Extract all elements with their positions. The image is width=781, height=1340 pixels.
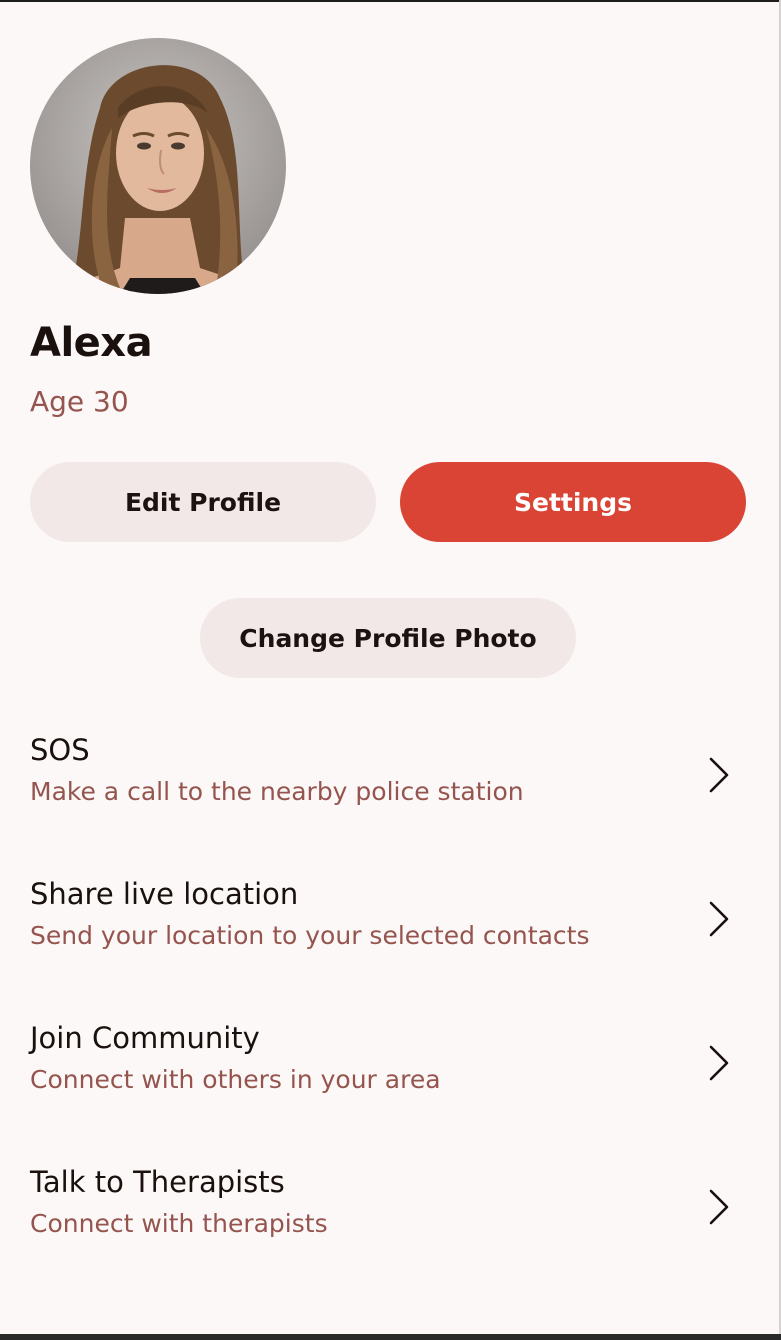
chevron-right-icon <box>709 901 729 937</box>
avatar-photo <box>30 38 286 294</box>
menu-item-share-live-location[interactable]: Share live location Send your location t… <box>0 877 779 997</box>
chevron-right-icon <box>709 757 729 793</box>
profile-name: Alexa <box>30 320 153 366</box>
menu-item-subtitle: Send your location to your selected cont… <box>30 921 590 950</box>
profile-screen: Alexa Age 30 Edit Profile Settings Chang… <box>0 2 779 1336</box>
menu-item-title: Share live location <box>30 877 299 911</box>
menu-item-talk-to-therapists[interactable]: Talk to Therapists Connect with therapis… <box>0 1165 779 1285</box>
menu-item-subtitle: Connect with others in your area <box>30 1065 441 1094</box>
settings-button[interactable]: Settings <box>400 462 746 542</box>
menu-item-join-community[interactable]: Join Community Connect with others in yo… <box>0 1021 779 1141</box>
bottom-edge <box>0 1334 781 1340</box>
menu-item-subtitle: Make a call to the nearby police station <box>30 777 524 806</box>
edit-profile-button[interactable]: Edit Profile <box>30 462 376 542</box>
profile-age: Age 30 <box>30 385 129 418</box>
chevron-right-icon <box>709 1045 729 1081</box>
menu-item-title: SOS <box>30 733 90 767</box>
menu-item-title: Join Community <box>30 1021 260 1055</box>
menu-item-subtitle: Connect with therapists <box>30 1209 328 1238</box>
change-profile-photo-button[interactable]: Change Profile Photo <box>200 598 576 678</box>
menu-item-sos[interactable]: SOS Make a call to the nearby police sta… <box>0 733 779 853</box>
menu-item-title: Talk to Therapists <box>30 1165 285 1199</box>
chevron-right-icon <box>709 1189 729 1225</box>
avatar[interactable] <box>30 38 286 294</box>
